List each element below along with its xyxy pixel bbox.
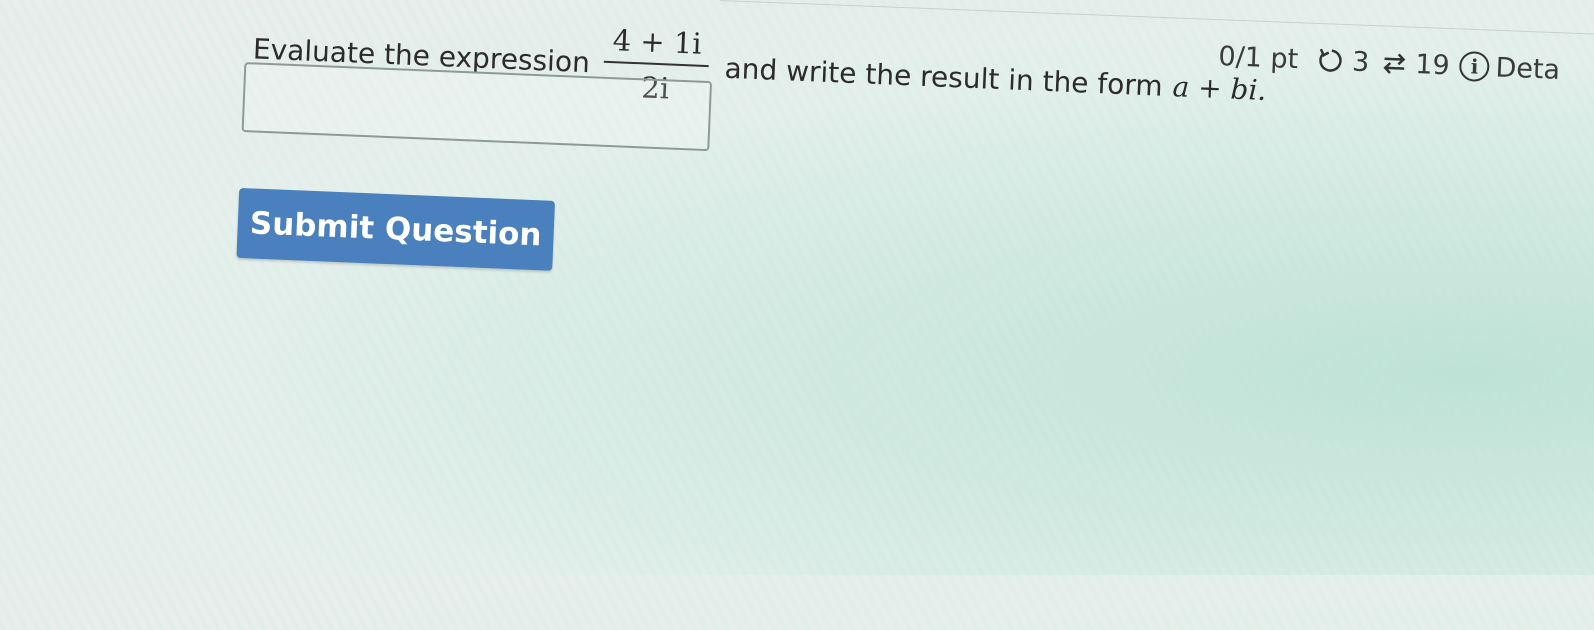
info-icon: i [1459,50,1491,83]
question-area: 0/1 pt 3 19 i Deta Evaluate the expressi… [0,0,1593,630]
attempts-status: 19 [1379,47,1451,81]
attempts-count: 19 [1414,48,1451,81]
retry-icon [1316,45,1347,76]
details-label: Deta [1494,51,1561,86]
question-suffix: and write the result in the form [723,51,1164,103]
submit-question-button[interactable]: Submit Question [236,187,556,271]
question-status-bar: 0/1 pt 3 19 i Deta [1218,36,1561,90]
fraction-numerator: 4 + 1i [612,23,703,61]
attempts-icon [1379,48,1410,79]
retry-status: 3 [1316,44,1370,78]
details-link[interactable]: i Deta [1459,50,1561,85]
retry-count: 3 [1351,45,1370,78]
answer-form: a + bi. [1171,69,1268,107]
